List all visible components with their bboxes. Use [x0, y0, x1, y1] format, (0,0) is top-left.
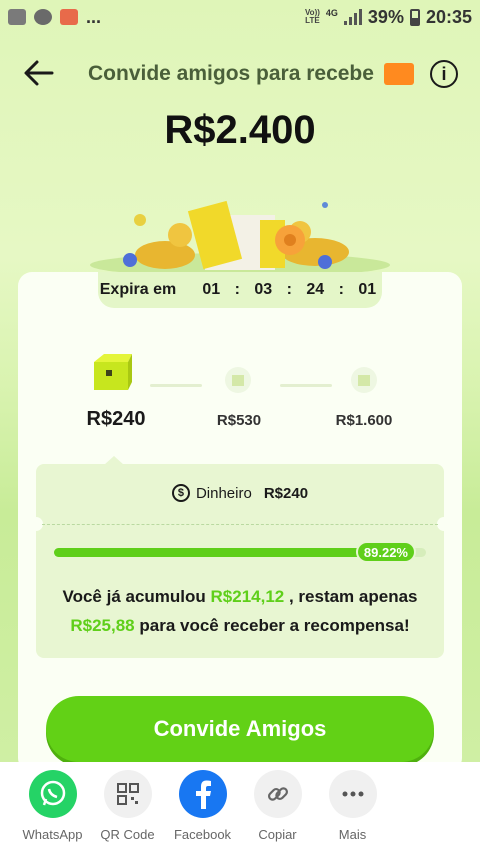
message-text: para você receber a recompensa!	[134, 616, 410, 635]
clock: 20:35	[425, 6, 472, 27]
share-facebook[interactable]: Facebook	[165, 762, 240, 854]
progress-message: Você já acumulou R$214,12 , restam apena…	[50, 582, 430, 640]
cash-label: Dinheiro	[195, 484, 252, 502]
cash-reward-row: $ Dinheiro R$240	[36, 484, 444, 502]
accumulated-amount: R$214,12	[210, 587, 285, 606]
message-text: , restam apenas	[284, 587, 418, 606]
app-notification-icon	[60, 9, 78, 25]
share-copy-link[interactable]: Copiar	[240, 762, 315, 854]
arrow-left-icon	[24, 60, 54, 86]
share-label: Facebook	[173, 827, 232, 842]
share-label: Mais	[338, 827, 367, 842]
expiry-timer: Expira em 01 : 03 : 24 : 01	[98, 272, 382, 308]
ticket-notch	[29, 517, 43, 531]
more-dots-icon	[328, 770, 377, 818]
back-button[interactable]	[22, 58, 62, 92]
cash-value: R$240	[263, 484, 309, 502]
money-icon: $	[171, 484, 190, 502]
dashed-divider	[42, 524, 438, 525]
timer-hours: 03	[254, 281, 273, 298]
share-label: Copiar	[258, 827, 297, 842]
network-type: 4G	[325, 8, 338, 18]
step-connector	[280, 384, 332, 387]
signal-icon	[343, 9, 362, 25]
status-bar: ... Vo)) LTE 4G 39% 20:35	[0, 0, 480, 34]
more-notifications: ...	[86, 6, 102, 27]
progress-bar: 89.22%	[54, 541, 426, 563]
whatsapp-notification-icon	[34, 9, 52, 25]
page-title: Convide amigos para recebe	[88, 62, 374, 85]
whatsapp-icon	[28, 770, 77, 818]
timer-minutes: 24	[306, 281, 325, 298]
locked-gift-icon[interactable]	[224, 366, 252, 394]
remaining-amount: R$25,88	[70, 616, 135, 635]
invite-friends-button[interactable]: Convide Amigos	[46, 696, 434, 762]
timer-separator: :	[286, 281, 292, 298]
gallery-notification-icon	[8, 9, 26, 25]
progress-panel: $ Dinheiro R$240 89.22% Você já acumulou…	[29, 456, 451, 658]
share-bar: WhatsApp QR Code Facebook Copiar Mais	[0, 762, 480, 854]
panel-pointer	[104, 456, 124, 465]
timer-days: 01	[202, 281, 221, 298]
share-qr-code[interactable]: QR Code	[90, 762, 165, 854]
step-connector	[150, 384, 202, 387]
step-label-1: R$240	[86, 408, 146, 430]
info-button[interactable]: i	[430, 60, 458, 88]
locked-gift-icon[interactable]	[350, 366, 378, 394]
step-label-3: R$1.600	[335, 412, 393, 429]
battery-percent: 39%	[367, 6, 404, 27]
facebook-icon	[178, 770, 227, 818]
ticket-notch	[437, 517, 451, 531]
timer-separator: :	[234, 281, 240, 298]
volte-indicator: Vo)) LTE	[304, 8, 320, 25]
progress-percent: 89.22%	[355, 541, 416, 563]
message-text: Você já acumulou	[62, 587, 211, 606]
share-label: WhatsApp	[22, 827, 83, 842]
share-more[interactable]: Mais	[315, 762, 390, 854]
timer-separator: :	[338, 281, 344, 298]
gift-box-icon[interactable]	[92, 352, 132, 392]
reward-steps: R$240 R$530 R$1.600	[18, 348, 462, 438]
info-icon: i	[441, 63, 447, 84]
header: Convide amigos para recebe i	[0, 50, 480, 100]
timer-seconds: 01	[358, 281, 377, 298]
link-icon	[253, 770, 302, 818]
expiry-label: Expira em	[99, 281, 177, 298]
reward-amount: R$2.400	[164, 108, 316, 152]
ticket-icon	[384, 63, 414, 85]
share-label: QR Code	[100, 827, 155, 842]
share-whatsapp[interactable]: WhatsApp	[15, 762, 90, 854]
battery-icon	[409, 8, 420, 26]
progress-fill	[54, 548, 386, 557]
step-label-2: R$530	[216, 412, 262, 429]
gift-coins-illustration	[90, 200, 390, 277]
qr-code-icon	[103, 770, 152, 818]
